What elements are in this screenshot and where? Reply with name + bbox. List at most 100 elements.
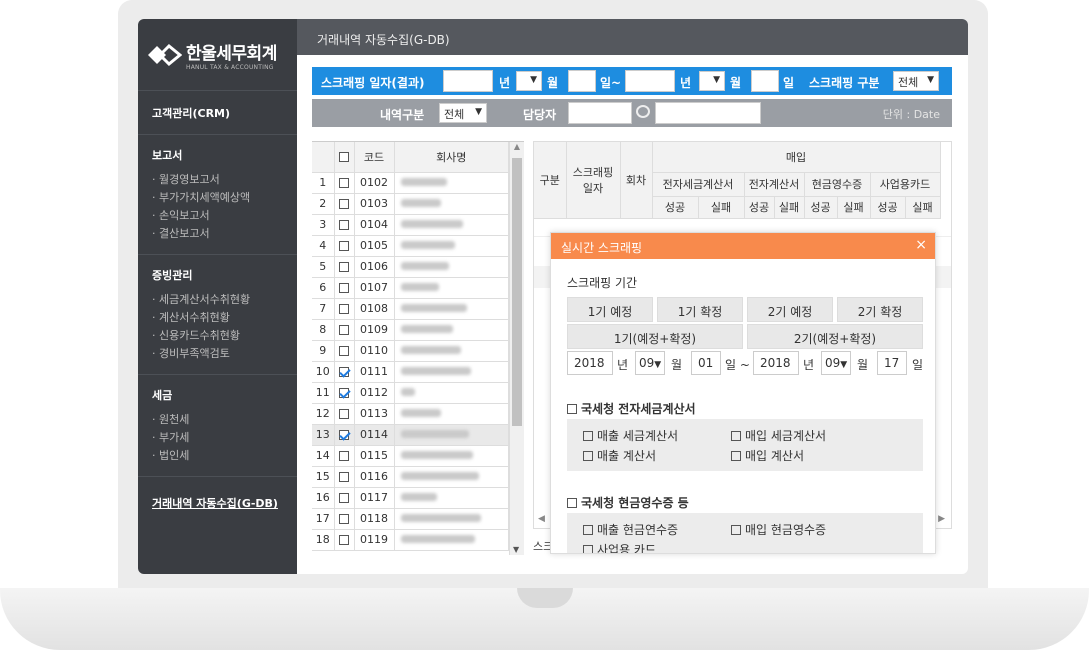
row-checkbox[interactable] (339, 409, 349, 419)
row-checkbox[interactable] (339, 451, 349, 461)
opt-purchase-tax-invoice[interactable]: 매입 세금계산서 (731, 427, 826, 444)
logo[interactable]: 한울세무회계 HANUL TAX & ACCOUNTING (138, 19, 297, 91)
h2-estimate-button[interactable]: 2기 예정 (747, 297, 833, 322)
opt-business-card[interactable]: 사업용 카드 (583, 541, 656, 553)
h2-all-button[interactable]: 2기(예정+확정) (747, 324, 923, 349)
opt-sales-tax-invoice[interactable]: 매출 세금계산서 (583, 427, 678, 444)
close-icon[interactable]: × (915, 237, 927, 253)
row-checkbox[interactable] (339, 493, 349, 503)
table-row[interactable]: 2 0103 (312, 193, 509, 215)
section-etax-checkbox[interactable] (567, 404, 577, 414)
to-day-input[interactable] (751, 70, 779, 92)
from-month-select[interactable]: ▼ (516, 71, 542, 91)
opt-sales-cash[interactable]: 매출 현금연수증 (583, 521, 678, 538)
row-checkbox[interactable] (339, 514, 349, 524)
scrollbar[interactable]: ▲ ▼ (509, 142, 524, 555)
sidebar-item-vat[interactable]: · 부가세 (152, 429, 283, 447)
table-row[interactable]: 4 0105 (312, 235, 509, 257)
scroll-down-icon[interactable]: ▼ (513, 545, 519, 554)
row-checkbox[interactable] (339, 304, 349, 314)
scroll-up-icon[interactable]: ▲ (510, 142, 524, 151)
h1-confirm-button[interactable]: 1기 확정 (657, 297, 743, 322)
sidebar-item-pl-report[interactable]: · 손익보고서 (152, 207, 283, 225)
table-row[interactable]: 6 0107 (312, 277, 509, 299)
table-row[interactable]: 11 0112 (312, 382, 509, 404)
row-checkbox[interactable] (339, 283, 349, 293)
table-row[interactable]: 18 0119 (312, 529, 509, 551)
sidebar-item-monthly-report[interactable]: · 월경영보고서 (152, 171, 283, 189)
sidebar-item-tax-invoice[interactable]: · 세금계산서수취현황 (152, 291, 283, 309)
row-checkbox[interactable] (339, 346, 349, 356)
popup-from-day[interactable]: 01 (691, 351, 721, 375)
opt-sales-invoice-checkbox[interactable] (583, 451, 593, 461)
popup-to-day[interactable]: 17 (877, 351, 907, 375)
sidebar-item-settlement-report[interactable]: · 결산보고서 (152, 225, 283, 243)
section-etax[interactable]: 국세청 전자세금계산서 (567, 400, 696, 417)
h2-confirm-button[interactable]: 2기 확정 (837, 297, 923, 322)
table-row[interactable]: 17 0118 (312, 508, 509, 530)
opt-sales-cash-checkbox[interactable] (583, 525, 593, 535)
row-checkbox[interactable] (339, 241, 349, 251)
row-checkbox[interactable] (339, 367, 349, 377)
opt-sales-invoice[interactable]: 매출 계산서 (583, 447, 656, 464)
row-checkbox[interactable] (339, 220, 349, 230)
popup-from-month[interactable]: 09▼ (635, 351, 665, 375)
row-number: 9 (312, 340, 335, 362)
search-icon[interactable] (636, 105, 650, 118)
opt-purchase-invoice[interactable]: 매입 계산서 (731, 447, 804, 464)
row-checkbox[interactable] (339, 262, 349, 272)
table-row[interactable]: 8 0109 (312, 319, 509, 341)
opt-purchase-tax-invoice-checkbox[interactable] (731, 431, 741, 441)
row-checkbox[interactable] (339, 388, 349, 398)
scrollbar-thumb[interactable] (512, 158, 522, 426)
sidebar-item-expense-review[interactable]: · 경비부족액검토 (152, 345, 283, 363)
sidebar-item-gdb[interactable]: 거래내역 자동수집(G-DB) (152, 497, 278, 510)
h1-all-button[interactable]: 1기(예정+확정) (567, 324, 743, 349)
section-cash[interactable]: 국세청 현금영수증 등 (567, 494, 689, 511)
table-row[interactable]: 13 0114 (312, 424, 509, 446)
popup-to-year[interactable]: 2018 (753, 351, 799, 375)
sidebar-item-credit-card[interactable]: · 신용카드수취현황 (152, 327, 283, 345)
row-checkbox[interactable] (339, 472, 349, 482)
sidebar-item-vat-estimate[interactable]: · 부가가치세액예상액 (152, 189, 283, 207)
table-row[interactable]: 12 0113 (312, 403, 509, 425)
opt-sales-tax-invoice-checkbox[interactable] (583, 431, 593, 441)
row-checkbox[interactable] (339, 178, 349, 188)
table-row[interactable]: 10 0111 (312, 361, 509, 383)
type-select[interactable]: 전체 ▼ (893, 71, 939, 91)
section-cash-checkbox[interactable] (567, 498, 577, 508)
manager-name-input[interactable] (655, 102, 761, 124)
from-year-input[interactable] (443, 70, 493, 92)
row-checkbox[interactable] (339, 325, 349, 335)
table-row[interactable]: 1 0102 (312, 172, 509, 194)
row-checkbox[interactable] (339, 199, 349, 209)
table-row[interactable]: 3 0104 (312, 214, 509, 236)
sidebar-item-invoice[interactable]: · 계산서수취현황 (152, 309, 283, 327)
sidebar-item-crm[interactable]: 고객관리(CRM) (152, 105, 283, 121)
from-day-input[interactable] (568, 70, 596, 92)
sidebar-item-corporate-tax[interactable]: · 법인세 (152, 447, 283, 465)
table-row[interactable]: 16 0117 (312, 487, 509, 509)
opt-purchase-cash[interactable]: 매입 현금영수증 (731, 521, 826, 538)
row-checkbox[interactable] (339, 535, 349, 545)
opt-purchase-cash-checkbox[interactable] (731, 525, 741, 535)
table-row[interactable]: 14 0115 (312, 445, 509, 467)
category-select[interactable]: 전체 ▼ (439, 103, 487, 123)
scroll-left-icon[interactable]: ◀ (538, 514, 545, 524)
popup-to-month[interactable]: 09▼ (821, 351, 851, 375)
manager-input[interactable] (568, 102, 632, 124)
table-row[interactable]: 9 0110 (312, 340, 509, 362)
select-all-checkbox[interactable] (339, 152, 349, 163)
to-year-input[interactable] (625, 70, 675, 92)
table-row[interactable]: 5 0106 (312, 256, 509, 278)
h1-estimate-button[interactable]: 1기 예정 (567, 297, 653, 322)
table-row[interactable]: 15 0116 (312, 466, 509, 488)
to-month-select[interactable]: ▼ (699, 71, 725, 91)
table-row[interactable]: 7 0108 (312, 298, 509, 320)
popup-from-year[interactable]: 2018 (567, 351, 613, 375)
opt-business-card-checkbox[interactable] (583, 545, 593, 553)
sidebar-item-withholding[interactable]: · 원천세 (152, 411, 283, 429)
row-checkbox[interactable] (339, 430, 349, 440)
scroll-right-icon[interactable]: ▶ (938, 514, 945, 524)
opt-purchase-invoice-checkbox[interactable] (731, 451, 741, 461)
